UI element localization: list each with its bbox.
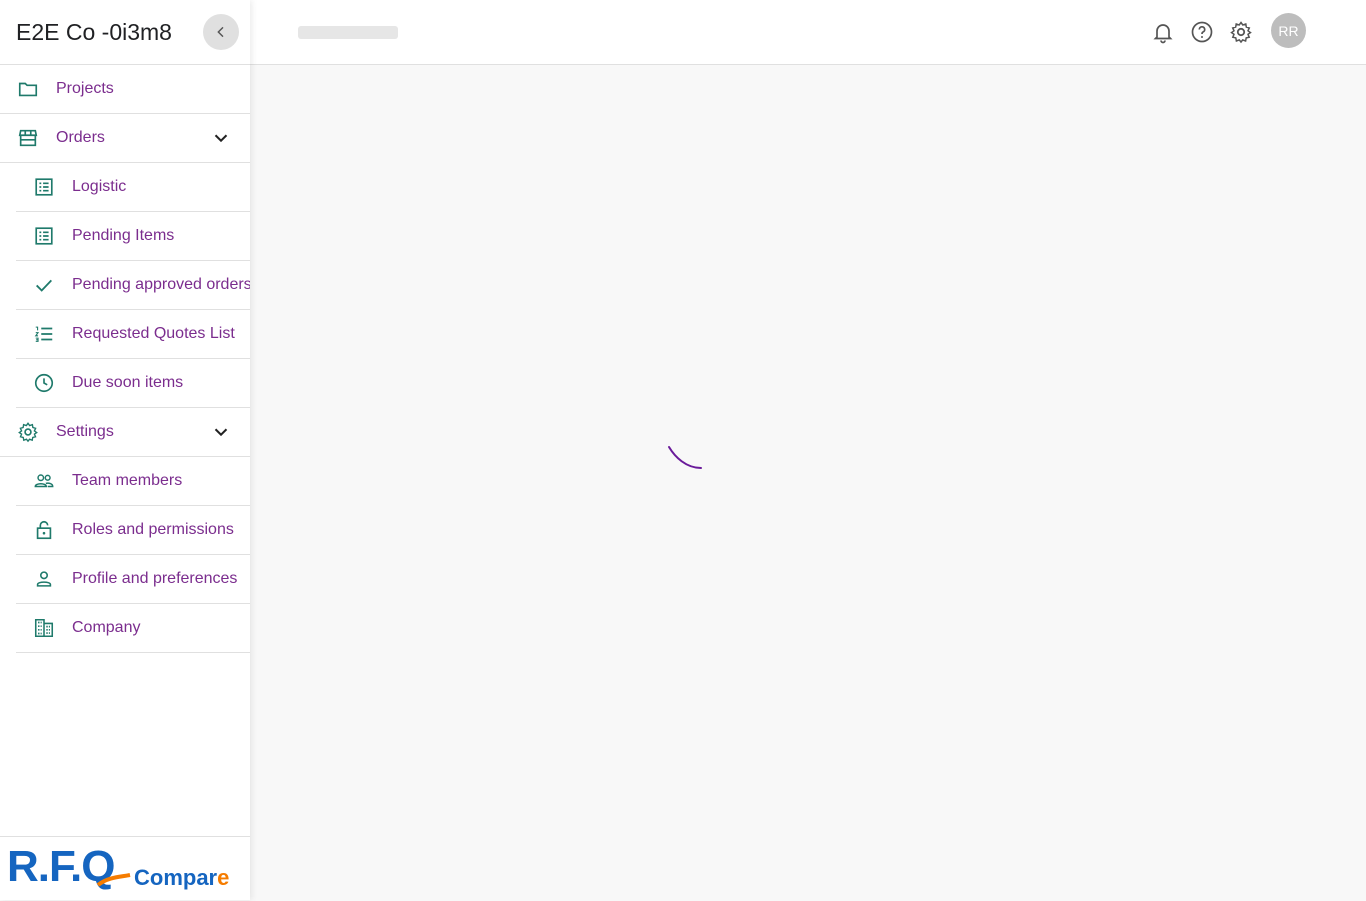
company-name: E2E Co -0i3m8 bbox=[16, 19, 172, 45]
people-icon bbox=[32, 469, 56, 493]
sidebar-item-label: Pending approved orders bbox=[72, 276, 250, 293]
gear-icon bbox=[16, 420, 40, 444]
format-list-numbered-icon bbox=[32, 322, 56, 346]
help-button[interactable] bbox=[1190, 20, 1214, 44]
sidebar-item-settings[interactable]: Settings bbox=[0, 408, 250, 457]
sidebar-item-label: Team members bbox=[72, 472, 183, 489]
sidebar-nav: Projects Orders Logistic Pending Items P… bbox=[0, 64, 250, 653]
sidebar-item-label: Pending Items bbox=[72, 227, 175, 244]
bell-icon bbox=[1153, 24, 1173, 44]
sidebar-item-team-members[interactable]: Team members bbox=[16, 457, 250, 506]
check-icon bbox=[32, 273, 56, 297]
gear-icon bbox=[1230, 21, 1252, 44]
sidebar-item-profile-and-preferences[interactable]: Profile and preferences bbox=[16, 555, 250, 604]
clock-icon bbox=[32, 371, 56, 395]
sidebar-item-label: Requested Quotes List bbox=[72, 325, 235, 342]
sidebar-item-company[interactable]: Company bbox=[16, 604, 250, 653]
sidebar-item-label: Logistic bbox=[72, 178, 127, 195]
sidebar-item-logistic[interactable]: Logistic bbox=[16, 163, 250, 212]
store-icon bbox=[16, 126, 40, 150]
user-avatar[interactable]: RR bbox=[1271, 13, 1306, 48]
loading-spinner-icon bbox=[668, 446, 702, 469]
chevron-down-icon bbox=[214, 134, 228, 143]
logo-compare-main: Compar bbox=[134, 865, 218, 890]
collapse-sidebar-button[interactable] bbox=[203, 14, 239, 50]
list-alt-icon bbox=[32, 175, 56, 199]
settings-button[interactable] bbox=[1229, 20, 1253, 44]
sidebar-item-due-soon-items[interactable]: Due soon items bbox=[16, 359, 250, 408]
folder-icon bbox=[16, 77, 40, 101]
logo-compare-last: e bbox=[217, 865, 230, 890]
sidebar-item-requested-quotes-list[interactable]: Requested Quotes List bbox=[16, 310, 250, 359]
sidebar-item-projects[interactable]: Projects bbox=[0, 65, 250, 114]
chevron-left-icon bbox=[217, 26, 224, 38]
sidebar-item-pending-approved-orders[interactable]: Pending approved orders bbox=[16, 261, 250, 310]
breadcrumb-skeleton bbox=[298, 26, 398, 39]
sidebar: E2E Co -0i3m8 Projects Orders Logistic P… bbox=[0, 0, 250, 900]
sidebar-item-label: Profile and preferences bbox=[72, 570, 238, 587]
sidebar-item-orders[interactable]: Orders bbox=[0, 114, 250, 163]
help-icon bbox=[1191, 21, 1213, 43]
sidebar-item-label: Roles and permissions bbox=[72, 521, 234, 538]
sidebar-item-pending-items[interactable]: Pending Items bbox=[16, 212, 250, 261]
logo-compare-text: Compare bbox=[134, 865, 229, 891]
sidebar-item-roles-and-permissions[interactable]: Roles and permissions bbox=[16, 506, 250, 555]
logo-swoosh-icon bbox=[96, 873, 131, 887]
sidebar-item-label: Projects bbox=[56, 80, 114, 97]
sidebar-item-label: Due soon items bbox=[72, 374, 184, 391]
building-icon bbox=[32, 616, 56, 640]
rfq-compare-logo: R.F.Q Compare bbox=[0, 836, 250, 901]
person-icon bbox=[32, 567, 56, 591]
notifications-button[interactable] bbox=[1151, 20, 1175, 44]
sidebar-item-label: Company bbox=[72, 619, 141, 636]
sidebar-item-label: Settings bbox=[56, 423, 114, 440]
lock-icon bbox=[32, 518, 56, 542]
list-alt-icon bbox=[32, 224, 56, 248]
top-header: RR bbox=[250, 0, 1366, 65]
sidebar-item-label: Orders bbox=[56, 129, 105, 146]
chevron-down-icon bbox=[214, 428, 228, 437]
